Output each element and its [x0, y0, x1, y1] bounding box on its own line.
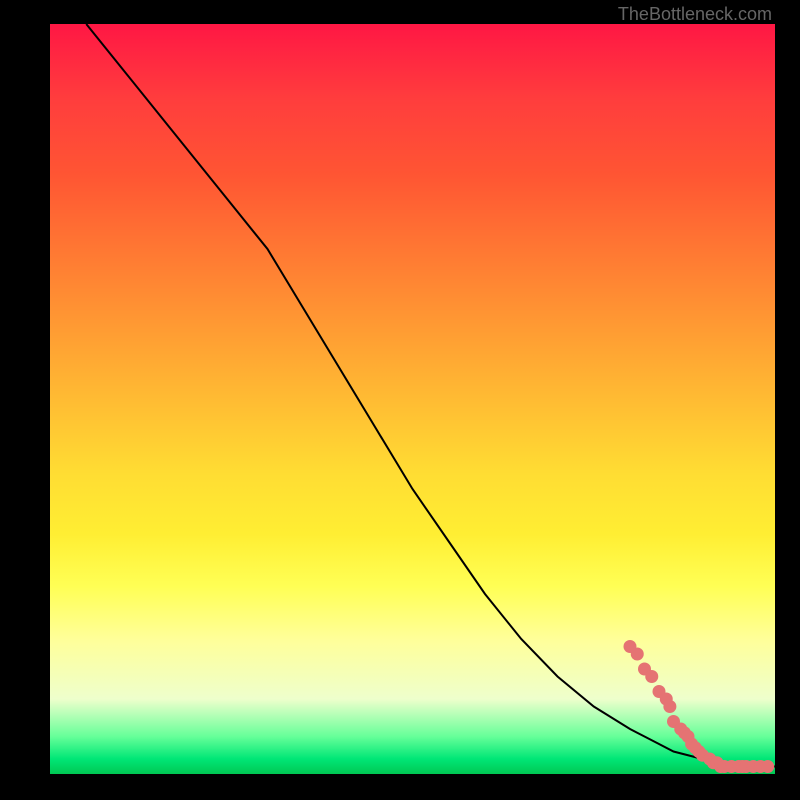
watermark-label: TheBottleneck.com — [618, 4, 772, 25]
plot-area — [50, 24, 775, 774]
chart-container: TheBottleneck.com — [0, 0, 800, 800]
